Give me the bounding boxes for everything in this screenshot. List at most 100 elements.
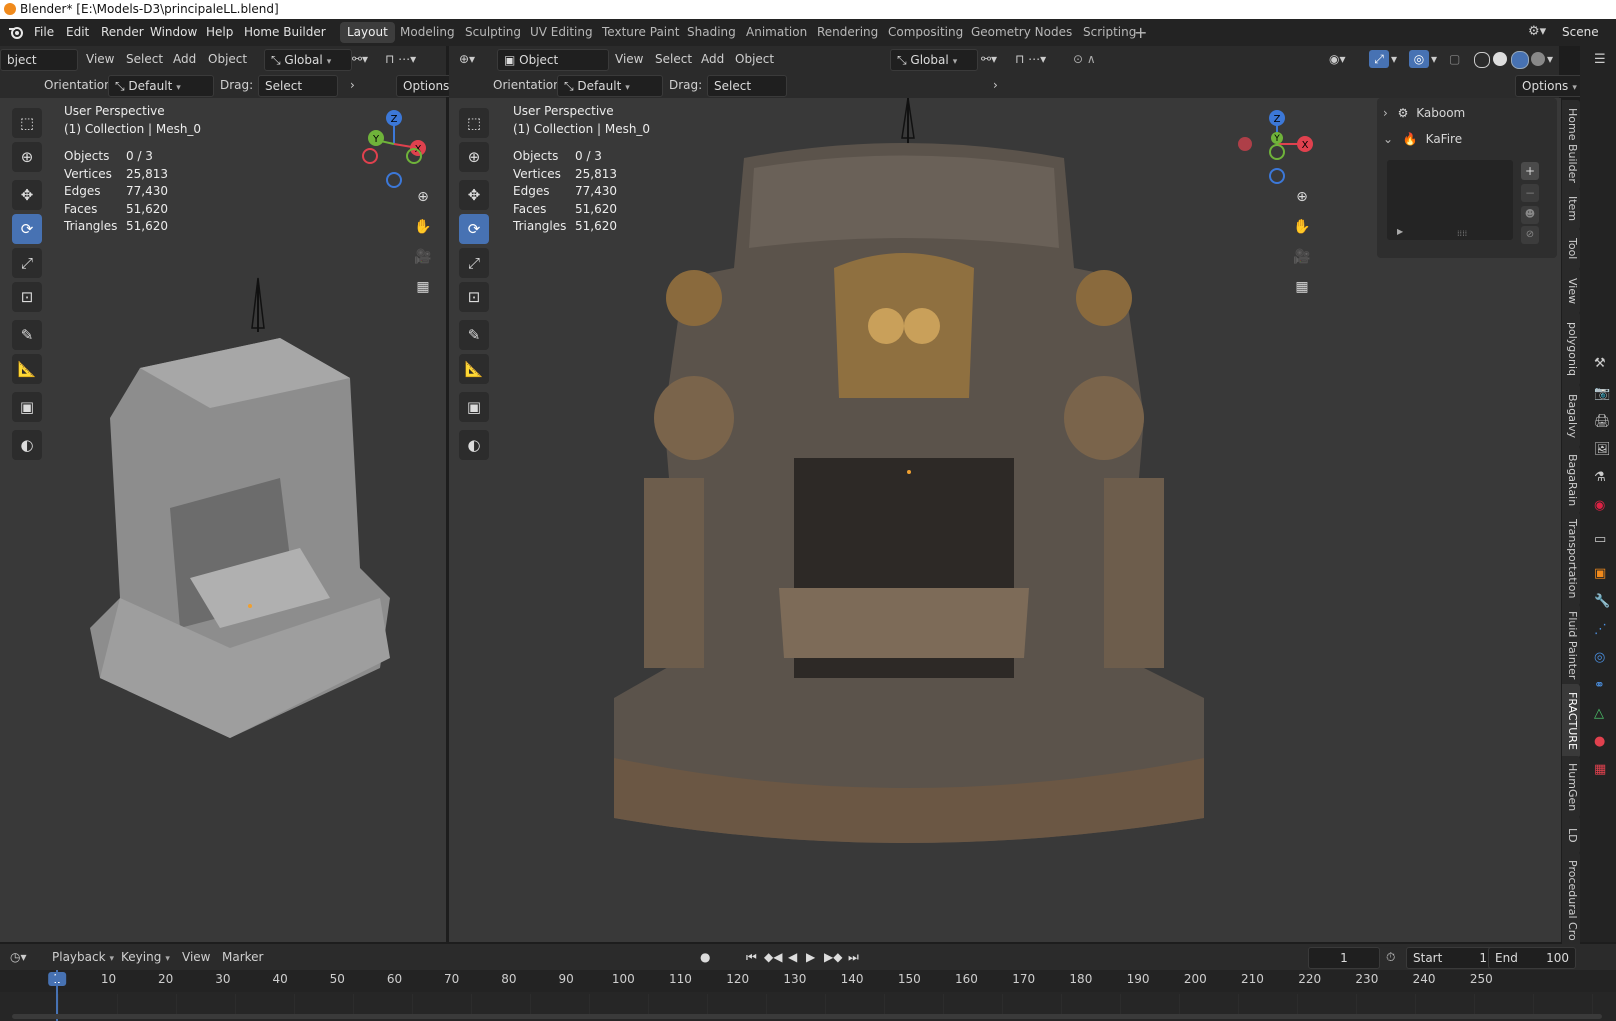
next-keyframe-icon[interactable]: ▶◆ bbox=[824, 947, 842, 967]
left-drag-dropdown[interactable]: Select Box▾ bbox=[258, 75, 338, 113]
ntab-item[interactable]: Item bbox=[1562, 188, 1580, 230]
tab-texture-paint[interactable]: Texture Paint bbox=[595, 22, 686, 43]
left-transform-orientation[interactable]: ⤡ Global ▾ bbox=[264, 49, 352, 71]
right-pan-hand-icon[interactable]: ✋ bbox=[1289, 214, 1315, 240]
add-cube-tool-icon[interactable]: ▣ bbox=[12, 392, 42, 422]
left-menu-object[interactable]: Object bbox=[208, 49, 247, 69]
annotate-tool-icon[interactable]: ✎ bbox=[459, 320, 489, 350]
list-remove-button[interactable]: − bbox=[1521, 184, 1539, 202]
ntab-tool[interactable]: Tool bbox=[1562, 228, 1580, 270]
scene-selector-icon[interactable]: ⚙▾ bbox=[1528, 24, 1546, 39]
scene-properties-icon[interactable]: ⚗ bbox=[1594, 470, 1606, 485]
timeline-menu-marker[interactable]: Marker bbox=[222, 947, 263, 967]
right-menu-view[interactable]: View bbox=[615, 49, 643, 69]
measure-tool-icon[interactable]: 📐 bbox=[12, 354, 42, 384]
ntab-bagalvy[interactable]: Bagalvy bbox=[1562, 384, 1580, 448]
left-menu-add[interactable]: Add bbox=[173, 49, 196, 69]
right-expand-chevron-icon[interactable]: › bbox=[993, 75, 998, 95]
world-properties-icon[interactable]: ◉ bbox=[1594, 498, 1605, 513]
left-snap-icon[interactable]: ⊓ ⋯▾ bbox=[385, 49, 416, 69]
ntab-fracture[interactable]: FRACTURE bbox=[1562, 684, 1580, 758]
view-layer-properties-icon[interactable]: 🖼 bbox=[1594, 442, 1611, 457]
rotate-tool-icon[interactable]: ⟳ bbox=[459, 214, 489, 244]
menu-render[interactable]: Render bbox=[101, 25, 144, 39]
left-pivot-icon[interactable]: ⚯▾ bbox=[352, 49, 368, 69]
right-pivot-icon[interactable]: ⚯▾ bbox=[981, 49, 997, 69]
collection-properties-icon[interactable]: ▭ bbox=[1594, 532, 1606, 547]
timeline-scrollbar[interactable] bbox=[12, 1014, 1602, 1019]
material-shading-icon[interactable] bbox=[1511, 51, 1529, 69]
extra-tool-icon[interactable]: ◐ bbox=[459, 430, 489, 460]
right-orientation-dropdown[interactable]: ⤡ Default ▾ bbox=[557, 75, 663, 97]
tab-modeling[interactable]: Modeling bbox=[393, 22, 462, 43]
tab-sculpting[interactable]: Sculpting bbox=[458, 22, 528, 43]
jump-end-icon[interactable]: ⏭ bbox=[848, 947, 859, 967]
left-grid-icon[interactable]: ▦ bbox=[410, 274, 436, 300]
ntab-ld[interactable]: LD bbox=[1562, 816, 1580, 854]
current-frame-field[interactable]: 1 bbox=[1308, 947, 1380, 969]
cursor-tool-icon[interactable]: ⊕ bbox=[459, 142, 489, 172]
modifier-properties-icon[interactable]: 🔧 bbox=[1594, 594, 1610, 609]
right-drag-dropdown[interactable]: Select Box▾ bbox=[707, 75, 787, 113]
right-axis-gizmo[interactable]: Z X Y bbox=[1237, 104, 1317, 190]
list-user-icon[interactable]: ☻ bbox=[1521, 206, 1539, 224]
tab-animation[interactable]: Animation bbox=[739, 22, 814, 43]
measure-tool-icon[interactable]: 📐 bbox=[459, 354, 489, 384]
object-properties-icon[interactable]: ▣ bbox=[1594, 566, 1606, 581]
left-menu-view[interactable]: View bbox=[86, 49, 114, 69]
timeline-menu-view[interactable]: View bbox=[182, 947, 210, 967]
timeline-ruler[interactable]: 1102030405060708090100110120130140150160… bbox=[0, 970, 1616, 992]
left-expand-chevron-icon[interactable]: › bbox=[350, 75, 355, 95]
left-menu-select[interactable]: Select bbox=[126, 49, 163, 69]
record-keyframe-icon[interactable]: ● bbox=[700, 947, 710, 967]
menu-help[interactable]: Help bbox=[206, 25, 233, 39]
right-transform-orientation[interactable]: ⤡ Global ▾ bbox=[890, 49, 978, 71]
render-properties-icon[interactable]: 📷 bbox=[1594, 386, 1610, 401]
solid-shading-icon[interactable] bbox=[1493, 52, 1507, 66]
right-camera-icon[interactable]: 🎥 bbox=[1289, 244, 1315, 270]
right-menu-add[interactable]: Add bbox=[701, 49, 724, 69]
ntab-home-builder[interactable]: Home Builder bbox=[1562, 100, 1580, 190]
editor-type-icon[interactable]: ⊕▾ bbox=[459, 49, 475, 69]
ntab-procedural[interactable]: Procedural Cro bbox=[1562, 852, 1580, 948]
ntab-transportation[interactable]: Transportation bbox=[1562, 512, 1580, 606]
left-options-button[interactable]: Options bbox=[396, 75, 457, 97]
panel-kaboom[interactable]: › ⚙ Kaboom bbox=[1383, 102, 1553, 124]
ntab-polygoniq[interactable]: polygoniq bbox=[1562, 312, 1580, 386]
right-zoom-icon[interactable]: ⊕ bbox=[1289, 184, 1315, 210]
left-pan-hand-icon[interactable]: ✋ bbox=[410, 214, 436, 240]
play-icon[interactable]: ▶ bbox=[806, 947, 815, 967]
tab-shading[interactable]: Shading bbox=[680, 22, 743, 43]
right-options-button[interactable]: Options ▾ bbox=[1515, 75, 1584, 97]
particles-properties-icon[interactable]: ⋰ bbox=[1594, 622, 1607, 637]
overlays-toggle-icon[interactable]: ◎ bbox=[1409, 50, 1429, 68]
left-orientation-dropdown[interactable]: ⤡ Default ▾ bbox=[108, 75, 214, 97]
rotate-tool-icon[interactable]: ⟳ bbox=[12, 214, 42, 244]
play-reverse-icon[interactable]: ◀ bbox=[788, 947, 797, 967]
proportional-edit-icon[interactable]: ⊙ ∧ bbox=[1073, 49, 1096, 69]
physics-properties-icon[interactable]: ◎ bbox=[1594, 650, 1605, 665]
expand-chevron-icon[interactable]: › bbox=[1383, 106, 1388, 120]
visibility-icon[interactable]: ◉▾ bbox=[1329, 49, 1346, 69]
left-axis-gizmo[interactable]: Z X Y bbox=[352, 104, 432, 190]
right-mode-selector[interactable]: ▣ Object Mode▾ bbox=[497, 49, 609, 87]
ntab-humgen[interactable]: HumGen bbox=[1562, 756, 1580, 818]
blender-menu-icon[interactable] bbox=[8, 24, 24, 40]
annotate-tool-icon[interactable]: ✎ bbox=[12, 320, 42, 350]
select-box-tool-icon[interactable]: ⬚ bbox=[12, 108, 42, 138]
left-3d-viewport[interactable]: ⬚ ⊕ ✥ ⟳ ⤢ ⊡ ✎ 📐 ▣ ◐ User Perspective (1)… bbox=[0, 98, 446, 942]
tab-uv-editing[interactable]: UV Editing bbox=[523, 22, 600, 43]
shading-caret-icon[interactable]: ▾ bbox=[1547, 49, 1553, 69]
timeline-editor-type-icon[interactable]: ◷▾ bbox=[10, 947, 27, 967]
select-box-tool-icon[interactable]: ⬚ bbox=[459, 108, 489, 138]
list-expand-icon[interactable]: ▶ bbox=[1397, 227, 1403, 236]
prev-keyframe-icon[interactable]: ◆◀ bbox=[764, 947, 782, 967]
left-mode-selector[interactable]: bject Mode▾ bbox=[0, 49, 78, 87]
ntab-bagarain[interactable]: BagaRain bbox=[1562, 446, 1580, 514]
ntab-view[interactable]: View bbox=[1562, 268, 1580, 314]
panel-kafire[interactable]: ⌄ 🔥 KaFire bbox=[1383, 128, 1553, 150]
end-frame-field[interactable]: End 100 bbox=[1488, 947, 1576, 969]
wireframe-shading-icon[interactable] bbox=[1474, 52, 1490, 68]
timeline-area[interactable]: 1102030405060708090100110120130140150160… bbox=[0, 970, 1616, 1021]
output-properties-icon[interactable]: 🖨 bbox=[1594, 414, 1611, 429]
